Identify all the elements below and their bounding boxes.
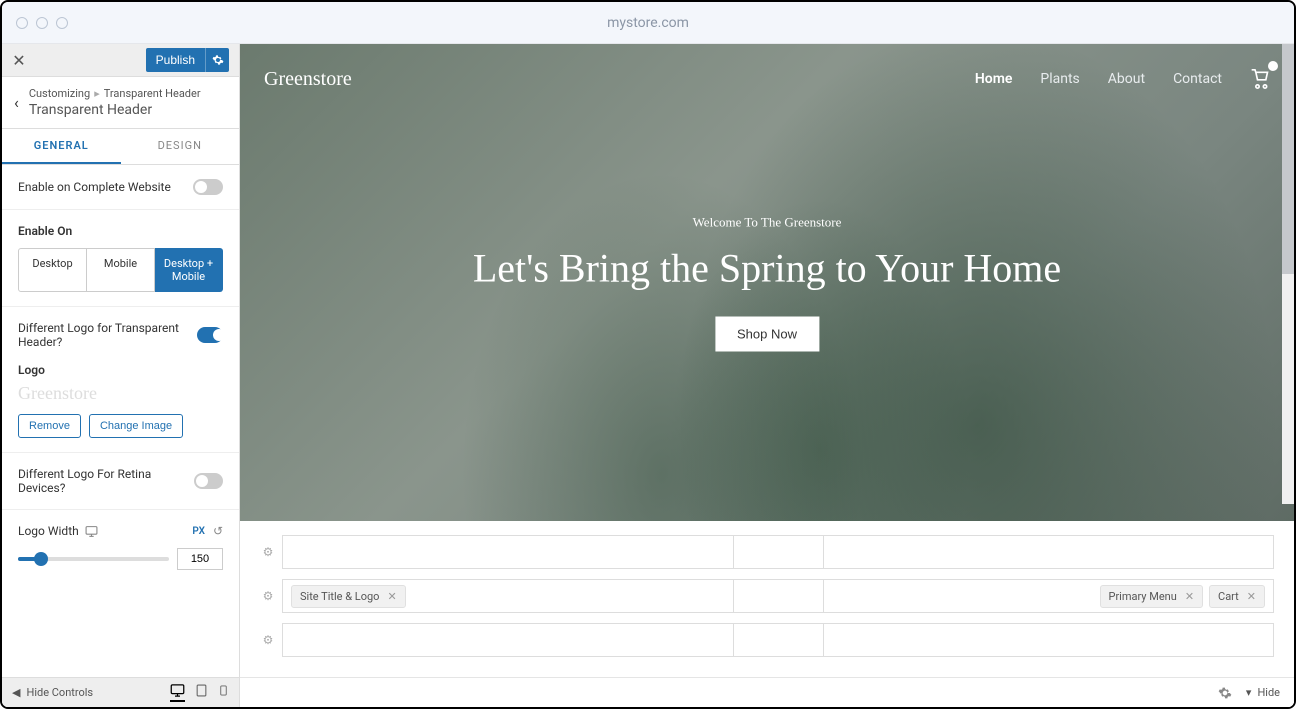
builder-cell[interactable]: [824, 623, 1275, 657]
logo-preview: Greenstore: [18, 383, 223, 404]
enable-on-desktop[interactable]: Desktop: [18, 248, 87, 292]
preview-pane: Greenstore Home Plants About Contact Wel…: [240, 44, 1294, 707]
unit-label[interactable]: PX: [192, 526, 205, 537]
primary-menu: Home Plants About Contact: [975, 69, 1270, 89]
builder-cell[interactable]: [824, 535, 1275, 569]
collapse-icon: ◀: [12, 686, 20, 699]
cart-icon[interactable]: [1250, 69, 1270, 89]
enable-on-group: Desktop Mobile Desktop + Mobile: [18, 248, 223, 292]
builder-row-bottom: ⚙: [260, 623, 1274, 657]
tab-general[interactable]: GENERAL: [2, 129, 121, 164]
builder-row-main: ⚙ Site Title & Logo ✕ Primary Menu: [260, 579, 1274, 613]
customizer-sidebar: ✕ Publish ‹ Customizing▸Transparent Head…: [2, 44, 240, 707]
retina-label: Different Logo For Retina Devices?: [18, 467, 194, 495]
nav-about[interactable]: About: [1108, 71, 1145, 87]
chevron-down-icon: ▾: [1246, 686, 1252, 699]
site-header: Greenstore Home Plants About Contact: [240, 44, 1294, 114]
publish-settings-button[interactable]: [205, 48, 229, 72]
chip-remove-icon[interactable]: ✕: [387, 590, 396, 603]
builder-cell[interactable]: [282, 535, 734, 569]
builder-cell[interactable]: [734, 535, 824, 569]
enable-on-heading: Enable On: [18, 224, 223, 238]
tab-design[interactable]: DESIGN: [121, 129, 240, 164]
publish-button[interactable]: Publish: [146, 48, 205, 72]
builder-cell-right[interactable]: Primary Menu ✕ Cart ✕: [824, 579, 1275, 613]
diff-logo-toggle[interactable]: [197, 327, 223, 343]
section-title: Transparent Header: [29, 102, 201, 118]
hide-builder-button[interactable]: ▾ Hide: [1246, 686, 1280, 699]
diff-logo-label: Different Logo for Transparent Header?: [18, 321, 197, 349]
shop-now-button[interactable]: Shop Now: [715, 316, 819, 351]
window-close-icon[interactable]: [16, 17, 28, 29]
enable-on-mobile[interactable]: Mobile: [87, 248, 155, 292]
enable-complete-label: Enable on Complete Website: [18, 180, 171, 194]
device-tablet-icon[interactable]: [195, 683, 208, 702]
enable-on-both[interactable]: Desktop + Mobile: [155, 248, 223, 292]
breadcrumb: Customizing▸Transparent Header: [29, 87, 201, 100]
remove-logo-button[interactable]: Remove: [18, 414, 81, 438]
builder-settings-icon[interactable]: [1218, 686, 1232, 700]
builder-footer: ▾ Hide: [240, 677, 1294, 707]
chip-site-title[interactable]: Site Title & Logo ✕: [291, 585, 406, 608]
retina-toggle[interactable]: [194, 473, 223, 489]
builder-cell-center[interactable]: [734, 579, 824, 613]
back-button[interactable]: ‹: [14, 93, 19, 112]
site-logo[interactable]: Greenstore: [264, 68, 352, 91]
chip-primary-menu[interactable]: Primary Menu ✕: [1100, 585, 1204, 608]
logo-width-label: Logo Width: [18, 524, 79, 538]
reset-icon[interactable]: ↺: [213, 524, 223, 538]
row-settings-icon[interactable]: ⚙: [260, 632, 276, 648]
nav-home[interactable]: Home: [975, 71, 1013, 87]
browser-titlebar: mystore.com: [2, 2, 1294, 44]
hero-title: Let's Bring the Spring to Your Home: [345, 244, 1188, 292]
chip-remove-icon[interactable]: ✕: [1185, 590, 1194, 603]
logo-heading: Logo: [18, 363, 223, 377]
builder-cell[interactable]: [282, 623, 734, 657]
desktop-icon[interactable]: [85, 525, 98, 538]
chip-cart[interactable]: Cart ✕: [1209, 585, 1265, 608]
device-mobile-icon[interactable]: [218, 683, 229, 702]
builder-cell-left[interactable]: Site Title & Logo ✕: [282, 579, 734, 613]
window-maximize-icon[interactable]: [56, 17, 68, 29]
nav-contact[interactable]: Contact: [1173, 71, 1222, 87]
chip-remove-icon[interactable]: ✕: [1247, 590, 1256, 603]
hero-section: Greenstore Home Plants About Contact Wel…: [240, 44, 1294, 521]
window-minimize-icon[interactable]: [36, 17, 48, 29]
enable-complete-toggle[interactable]: [193, 179, 223, 195]
change-image-button[interactable]: Change Image: [89, 414, 183, 438]
nav-plants[interactable]: Plants: [1040, 71, 1079, 87]
device-desktop-icon[interactable]: [170, 683, 185, 702]
builder-row-top: ⚙: [260, 535, 1274, 569]
row-settings-icon[interactable]: ⚙: [260, 588, 276, 604]
hero-welcome: Welcome To The Greenstore: [345, 214, 1188, 230]
close-customizer-button[interactable]: ✕: [2, 44, 36, 77]
logo-width-input[interactable]: [177, 548, 223, 570]
logo-width-slider[interactable]: [18, 557, 169, 561]
row-settings-icon[interactable]: ⚙: [260, 544, 276, 560]
window-controls: [16, 17, 68, 29]
url-display: mystore.com: [607, 15, 689, 31]
hide-controls-button[interactable]: ◀ Hide Controls: [12, 686, 93, 699]
builder-cell[interactable]: [734, 623, 824, 657]
